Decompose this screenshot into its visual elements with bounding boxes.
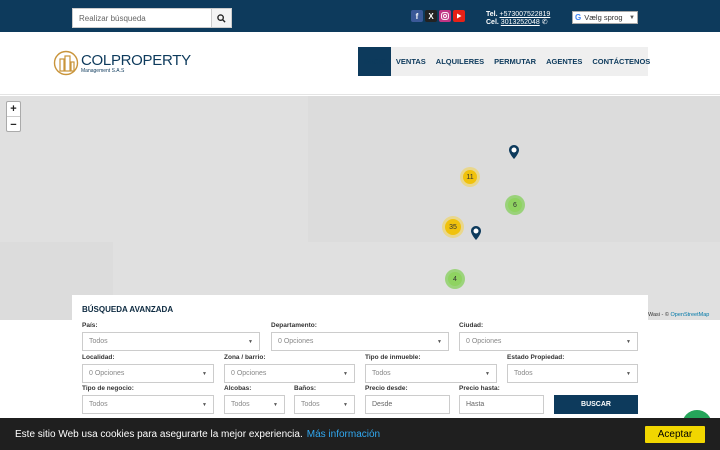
cel-link[interactable]: 3013252048 bbox=[501, 19, 540, 26]
map-cluster[interactable]: 11 bbox=[460, 167, 480, 187]
ciudad-label: Ciudad: bbox=[459, 322, 484, 329]
caret-down-icon: ▼ bbox=[343, 370, 348, 377]
cluster-count: 6 bbox=[508, 198, 522, 212]
tipo-negocio-label: Tipo de negocio: bbox=[82, 385, 134, 392]
precio-hasta-input[interactable]: Hasta bbox=[459, 395, 544, 414]
localidad-value: 0 Opciones bbox=[89, 370, 125, 377]
logo-name: COLPROPERTY bbox=[81, 51, 191, 69]
search-icon bbox=[217, 13, 226, 23]
precio-desde-input[interactable]: Desde bbox=[365, 395, 450, 414]
nav-alquileres[interactable]: ALQUILERES bbox=[431, 47, 489, 76]
contact-phones: Tel. +573007522819 Cel. 3013252048 ✆ bbox=[486, 11, 550, 27]
instagram-icon[interactable] bbox=[439, 10, 451, 22]
departamento-value: 0 Opciones bbox=[278, 338, 314, 345]
caret-down-icon: ▼ bbox=[437, 338, 442, 345]
tel-link[interactable]: +573007522819 bbox=[500, 11, 551, 18]
caret-down-icon: ▼ bbox=[626, 370, 631, 377]
map-cluster[interactable]: 6 bbox=[505, 195, 525, 215]
youtube-icon[interactable] bbox=[453, 10, 465, 22]
tipo-inmueble-value: Todos bbox=[372, 370, 391, 377]
caret-down-icon: ▼ bbox=[626, 338, 631, 345]
instagram-glyph bbox=[441, 12, 449, 20]
departamento-select[interactable]: 0 Opciones ▼ bbox=[271, 332, 449, 351]
facebook-icon[interactable]: f bbox=[411, 10, 423, 22]
logo[interactable]: COLPROPERTY Management S.A.S bbox=[53, 50, 191, 76]
nav-permutar[interactable]: PERMUTAR bbox=[489, 47, 541, 76]
estado-label: Estado Propiedad: bbox=[507, 354, 565, 361]
osm-link[interactable]: OpenStreetMap bbox=[671, 312, 710, 318]
tipo-inmueble-label: Tipo de inmueble: bbox=[365, 354, 421, 361]
banos-value: Todos bbox=[301, 401, 320, 408]
logo-mark-icon bbox=[53, 50, 79, 76]
tipo-negocio-select[interactable]: Todos ▼ bbox=[82, 395, 214, 414]
nav-contactenos[interactable]: CONTÁCTENOS bbox=[587, 47, 655, 76]
whatsapp-icon: ✆ bbox=[541, 19, 548, 26]
cel-label: Cel. bbox=[486, 19, 499, 26]
tipo-inmueble-select[interactable]: Todos ▼ bbox=[365, 364, 497, 383]
departamento-label: Departamento: bbox=[271, 322, 317, 329]
map-marker-icon[interactable] bbox=[471, 226, 481, 240]
caret-down-icon: ▼ bbox=[485, 370, 490, 377]
cluster-count: 4 bbox=[448, 272, 462, 286]
estado-select[interactable]: Todos ▼ bbox=[507, 364, 638, 383]
advanced-search-title: BÚSQUEDA AVANZADA bbox=[82, 305, 174, 314]
ciudad-value: 0 Opciones bbox=[466, 338, 502, 345]
zoom-control: + − bbox=[6, 101, 21, 132]
zona-label: Zona / barrio: bbox=[224, 354, 266, 361]
cookie-more-link[interactable]: Más información bbox=[307, 429, 380, 440]
map-cluster[interactable]: 4 bbox=[445, 269, 465, 289]
chevron-down-icon: ▼ bbox=[629, 14, 635, 21]
cluster-count: 35 bbox=[445, 219, 461, 235]
estado-value: Todos bbox=[514, 370, 533, 377]
pais-label: País: bbox=[82, 322, 98, 329]
pais-select[interactable]: Todos ▼ bbox=[82, 332, 260, 351]
cookie-message: Este sitio Web usa cookies para asegurar… bbox=[15, 428, 303, 440]
caret-down-icon: ▼ bbox=[202, 370, 207, 377]
alcobas-select[interactable]: Todos ▼ bbox=[224, 395, 285, 414]
caret-down-icon: ▼ bbox=[343, 401, 348, 408]
nav-inicio[interactable]: INICIO bbox=[358, 47, 391, 76]
zona-value: 0 Opciones bbox=[231, 370, 267, 377]
pais-value: Todos bbox=[89, 338, 108, 345]
search-button[interactable] bbox=[211, 9, 231, 27]
google-icon: G bbox=[575, 13, 582, 22]
map-marker-icon[interactable] bbox=[509, 145, 519, 159]
banos-label: Baños: bbox=[294, 385, 317, 392]
language-label: Vælg sprog bbox=[584, 13, 623, 22]
caret-down-icon: ▼ bbox=[202, 401, 207, 408]
nav-ventas[interactable]: VENTAS bbox=[391, 47, 431, 76]
zona-select[interactable]: 0 Opciones ▼ bbox=[224, 364, 355, 383]
property-map[interactable] bbox=[0, 96, 720, 320]
cluster-count: 11 bbox=[463, 170, 477, 184]
cookie-accept-button[interactable]: Aceptar bbox=[645, 426, 705, 443]
search-input[interactable] bbox=[73, 9, 211, 27]
search-box bbox=[72, 8, 232, 28]
buscar-button[interactable]: BUSCAR bbox=[554, 395, 638, 414]
cookie-banner: Este sitio Web usa cookies para asegurar… bbox=[0, 418, 720, 450]
alcobas-value: Todos bbox=[231, 401, 250, 408]
caret-down-icon: ▼ bbox=[248, 338, 253, 345]
main-nav: INICIO VENTAS ALQUILERES PERMUTAR AGENTE… bbox=[358, 47, 650, 76]
nav-agentes[interactable]: AGENTES bbox=[541, 47, 587, 76]
banos-select[interactable]: Todos ▼ bbox=[294, 395, 355, 414]
tipo-negocio-value: Todos bbox=[89, 401, 108, 408]
x-icon[interactable]: X bbox=[425, 10, 437, 22]
zoom-in-button[interactable]: + bbox=[7, 102, 20, 117]
localidad-label: Localidad: bbox=[82, 354, 115, 361]
map-tile bbox=[0, 96, 308, 242]
ciudad-select[interactable]: 0 Opciones ▼ bbox=[459, 332, 638, 351]
caret-down-icon: ▼ bbox=[273, 401, 278, 408]
map-attribution: Wasi - © OpenStreetMap bbox=[648, 312, 709, 318]
zoom-out-button[interactable]: − bbox=[7, 117, 20, 132]
map-cluster[interactable]: 35 bbox=[442, 216, 464, 238]
precio-hasta-label: Precio hasta: bbox=[459, 385, 500, 392]
tel-label: Tel. bbox=[486, 11, 498, 18]
localidad-select[interactable]: 0 Opciones ▼ bbox=[82, 364, 214, 383]
attribution-text: Wasi - © bbox=[648, 312, 669, 318]
precio-desde-label: Precio desde: bbox=[365, 385, 408, 392]
play-glyph bbox=[457, 13, 462, 19]
language-select[interactable]: G Vælg sprog ▼ bbox=[572, 11, 638, 24]
alcobas-label: Alcobas: bbox=[224, 385, 252, 392]
